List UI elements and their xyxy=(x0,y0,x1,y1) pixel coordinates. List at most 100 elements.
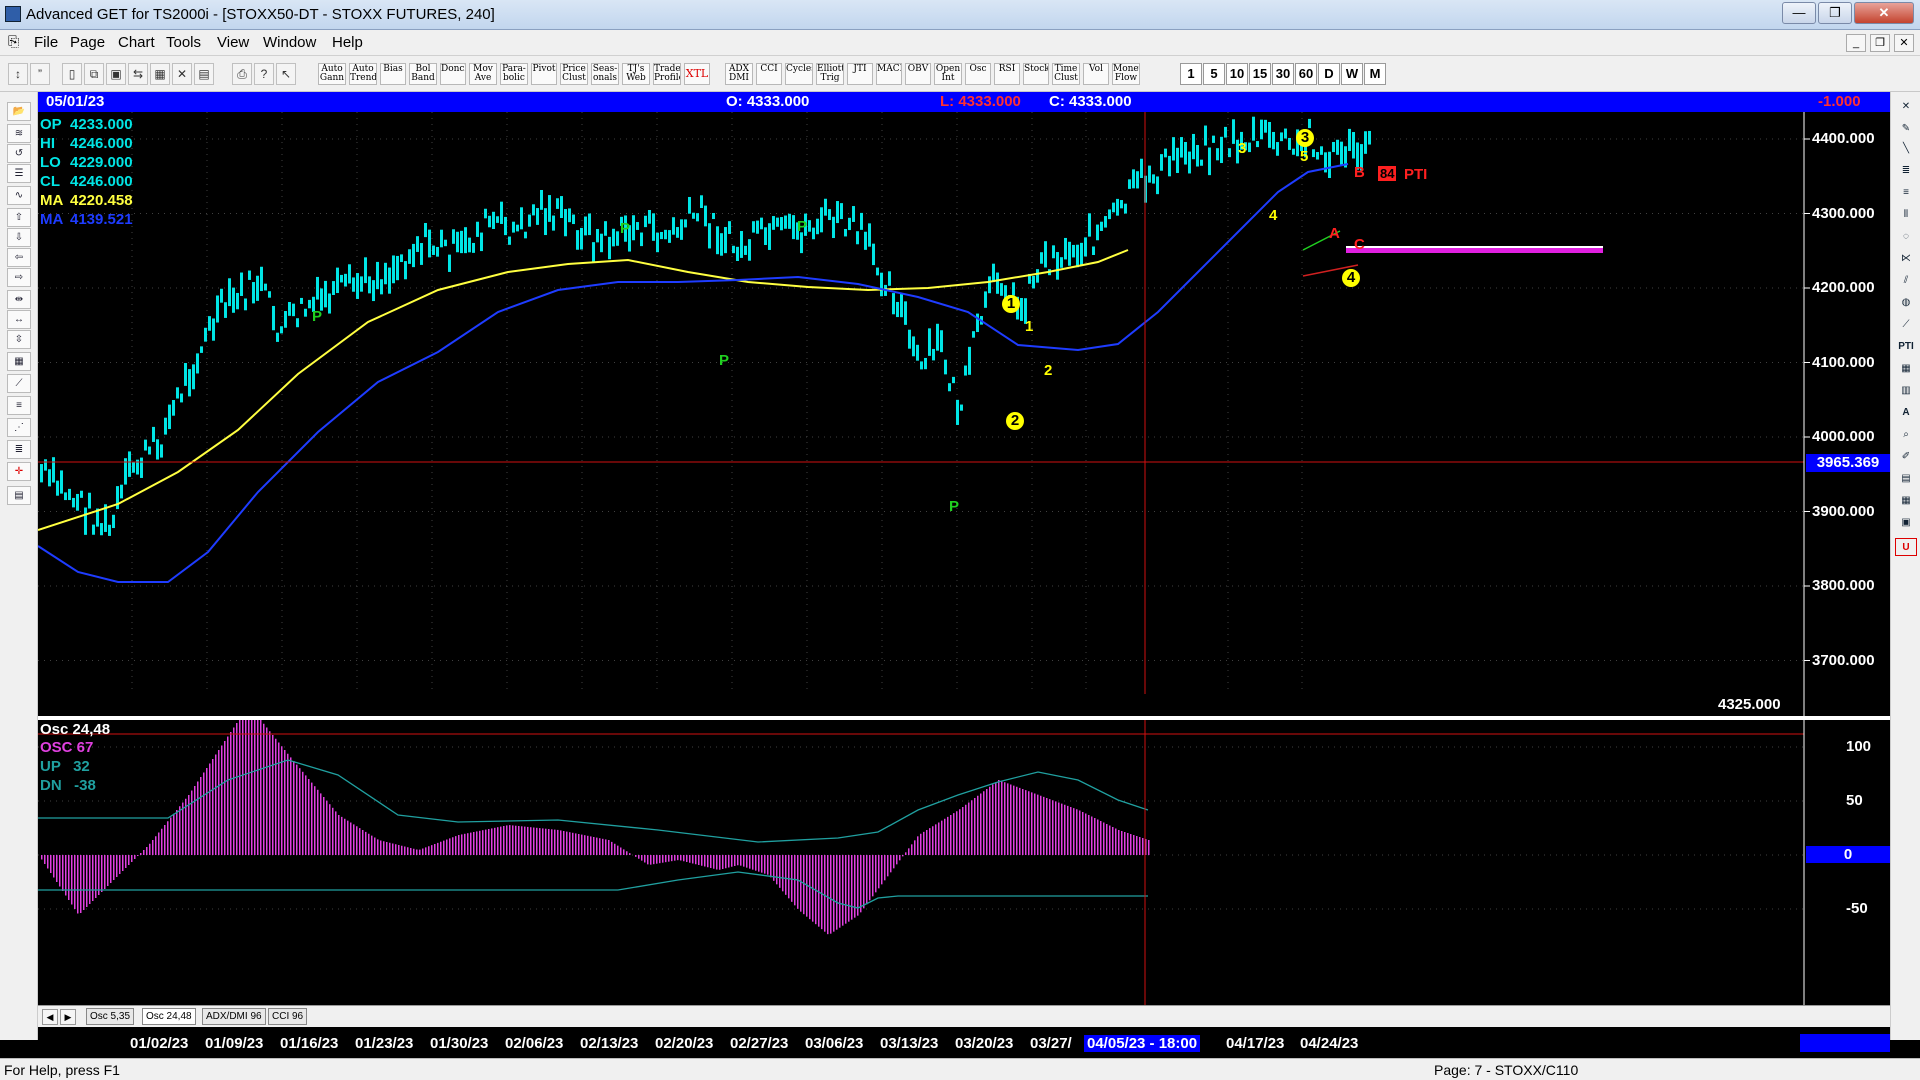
menu-help[interactable]: Help xyxy=(332,34,363,51)
study-button[interactable]: Stock xyxy=(1023,63,1049,85)
study-button[interactable]: Bol Band xyxy=(409,63,437,85)
table-icon[interactable]: ▤ xyxy=(1895,470,1917,488)
save-icon[interactable]: ▣ xyxy=(106,63,126,85)
minimize-button[interactable]: — xyxy=(1782,2,1816,24)
mdi-minimize-button[interactable]: _ xyxy=(1846,34,1866,52)
trend-icon[interactable]: ⟋ xyxy=(7,374,31,393)
copy-icon[interactable]: ⧉ xyxy=(84,63,104,85)
menu-chart[interactable]: Chart xyxy=(118,34,155,51)
properties-icon[interactable]: ▤ xyxy=(7,486,31,505)
pencil-icon[interactable]: ✎ xyxy=(1895,120,1917,138)
interval-button[interactable]: 60 xyxy=(1295,63,1317,85)
study-button[interactable]: Cycles xyxy=(785,63,813,85)
study-button[interactable]: Price Clust xyxy=(560,63,588,85)
reset-icon[interactable]: ↺ xyxy=(7,144,31,163)
fan-icon[interactable]: ⋉ xyxy=(1895,250,1917,268)
pti-icon[interactable]: PTI xyxy=(1895,338,1917,356)
close-button[interactable]: ✕ xyxy=(1854,2,1914,24)
study-button[interactable]: Bias xyxy=(380,63,406,85)
interval-button[interactable]: 30 xyxy=(1272,63,1294,85)
interval-button[interactable]: M xyxy=(1364,63,1386,85)
fib-ret-icon[interactable]: ≣ xyxy=(1895,162,1917,180)
arrow-right-icon[interactable]: ⇨ xyxy=(7,268,31,287)
study-button[interactable]: OBV xyxy=(905,63,931,85)
study-button[interactable]: TJ's Web xyxy=(622,63,650,85)
lines-icon[interactable]: ≡ xyxy=(7,396,31,415)
delete-icon[interactable]: ✕ xyxy=(172,63,192,85)
crosshair-icon[interactable]: ✛ xyxy=(7,462,31,481)
arrow-up-icon[interactable]: ⇧ xyxy=(7,208,31,227)
cycle-icon[interactable]: ≋ xyxy=(7,124,31,143)
regression-icon[interactable]: ⟋ xyxy=(1895,316,1917,334)
study-button[interactable]: JTI xyxy=(847,63,873,85)
study-button[interactable]: Vol xyxy=(1083,63,1109,85)
study-button[interactable]: Open Int xyxy=(934,63,962,85)
quote-icon[interactable]: ” xyxy=(30,63,50,85)
mob-icon[interactable]: ▥ xyxy=(1895,382,1917,400)
study-button[interactable]: Para-bolic xyxy=(500,63,528,85)
oscillator-panel[interactable]: Osc 24,48 OSC 67 UP 32 DN -38 100 50 0 -50 xyxy=(38,705,1890,1005)
fib-time-icon[interactable]: ⦀ xyxy=(1895,206,1917,224)
tab-scroll-right[interactable]: ▶ xyxy=(60,1009,76,1025)
ellipse-icon[interactable]: ◌ xyxy=(1895,228,1917,246)
mdi-close-button[interactable]: ✕ xyxy=(1894,34,1914,52)
study-button[interactable]: Osc xyxy=(965,63,991,85)
study-button[interactable]: Auto Gann xyxy=(318,63,346,85)
layout-icon[interactable]: ▤ xyxy=(194,63,214,85)
study-button[interactable]: RSI xyxy=(994,63,1020,85)
tab-osc-24-48[interactable]: Osc 24,48 xyxy=(142,1008,196,1025)
interval-button[interactable]: W xyxy=(1341,63,1363,85)
arrow-left-icon[interactable]: ⇦ xyxy=(7,248,31,267)
menu-file[interactable]: File xyxy=(34,34,58,51)
menu-tools[interactable]: Tools xyxy=(166,34,201,51)
tab-cci[interactable]: CCI 96 xyxy=(268,1008,308,1025)
tab-scroll-left[interactable]: ◀ xyxy=(42,1009,58,1025)
study-button[interactable]: Trade Profile xyxy=(653,63,681,85)
study-button[interactable]: Money Flow xyxy=(1112,63,1140,85)
maximize-button[interactable]: ❐ xyxy=(1818,2,1852,24)
grid-icon[interactable]: ▦ xyxy=(150,63,170,85)
scale-icon[interactable]: ⇳ xyxy=(7,330,31,349)
list-icon[interactable]: ▦ xyxy=(1895,492,1917,510)
new-page-icon[interactable]: ▯ xyxy=(62,63,82,85)
ledger-icon[interactable]: ▣ xyxy=(1895,514,1917,532)
interval-button[interactable]: 5 xyxy=(1203,63,1225,85)
help-bulb-icon[interactable]: ? xyxy=(254,63,274,85)
study-button[interactable]: XTL xyxy=(684,63,710,85)
study-button[interactable]: Mov Ave xyxy=(469,63,497,85)
print-icon[interactable]: ⎙ xyxy=(232,63,252,85)
tab-adx-dmi[interactable]: ADX/DMI 96 xyxy=(202,1008,266,1025)
tab-osc-5-35[interactable]: Osc 5,35 xyxy=(86,1008,135,1025)
open-folder-icon[interactable]: 📂 xyxy=(7,102,31,121)
menu-view[interactable]: View xyxy=(217,34,249,51)
link-icon[interactable]: ⇆ xyxy=(128,63,148,85)
study-button[interactable]: Auto Trend xyxy=(349,63,377,85)
study-button[interactable]: Elliott Trig xyxy=(816,63,844,85)
ellipse-tool-icon[interactable]: ◍ xyxy=(1895,294,1917,312)
study-button[interactable]: MACD xyxy=(876,63,902,85)
study-button[interactable]: CCI xyxy=(756,63,782,85)
oscillator-svg[interactable] xyxy=(38,705,1890,1005)
grid-tool-icon[interactable]: ▦ xyxy=(1895,360,1917,378)
elliott-icon[interactable]: ∿ xyxy=(7,186,31,205)
fib-ext-icon[interactable]: ≡ xyxy=(1895,184,1917,202)
fib-icon[interactable]: ≣ xyxy=(7,440,31,459)
arrow-down-icon[interactable]: ⇩ xyxy=(7,228,31,247)
price-chart-svg[interactable] xyxy=(37,112,1890,716)
channel-icon[interactable]: ⫽ xyxy=(1895,272,1917,290)
expand-bars-icon[interactable]: ⇹ xyxy=(7,290,31,309)
interval-button[interactable]: 15 xyxy=(1249,63,1271,85)
study-button[interactable]: Donch xyxy=(440,63,466,85)
menu-page[interactable]: Page xyxy=(70,34,105,51)
study-icon[interactable]: ☰ xyxy=(7,164,31,183)
menu-window[interactable]: Window xyxy=(263,34,316,51)
study-button[interactable]: Pivot xyxy=(531,63,557,85)
interval-button[interactable]: D xyxy=(1318,63,1340,85)
study-button[interactable]: Seas-onals xyxy=(591,63,619,85)
mdi-restore-button[interactable]: ❐ xyxy=(1870,34,1890,52)
gann-icon[interactable]: ⋰ xyxy=(7,418,31,437)
interval-button[interactable]: 1 xyxy=(1180,63,1202,85)
zoom-icon[interactable]: ⌕ xyxy=(1895,426,1917,444)
doc-icon[interactable]: ⎘ xyxy=(8,33,19,50)
undo-icon[interactable]: U xyxy=(1895,538,1917,556)
